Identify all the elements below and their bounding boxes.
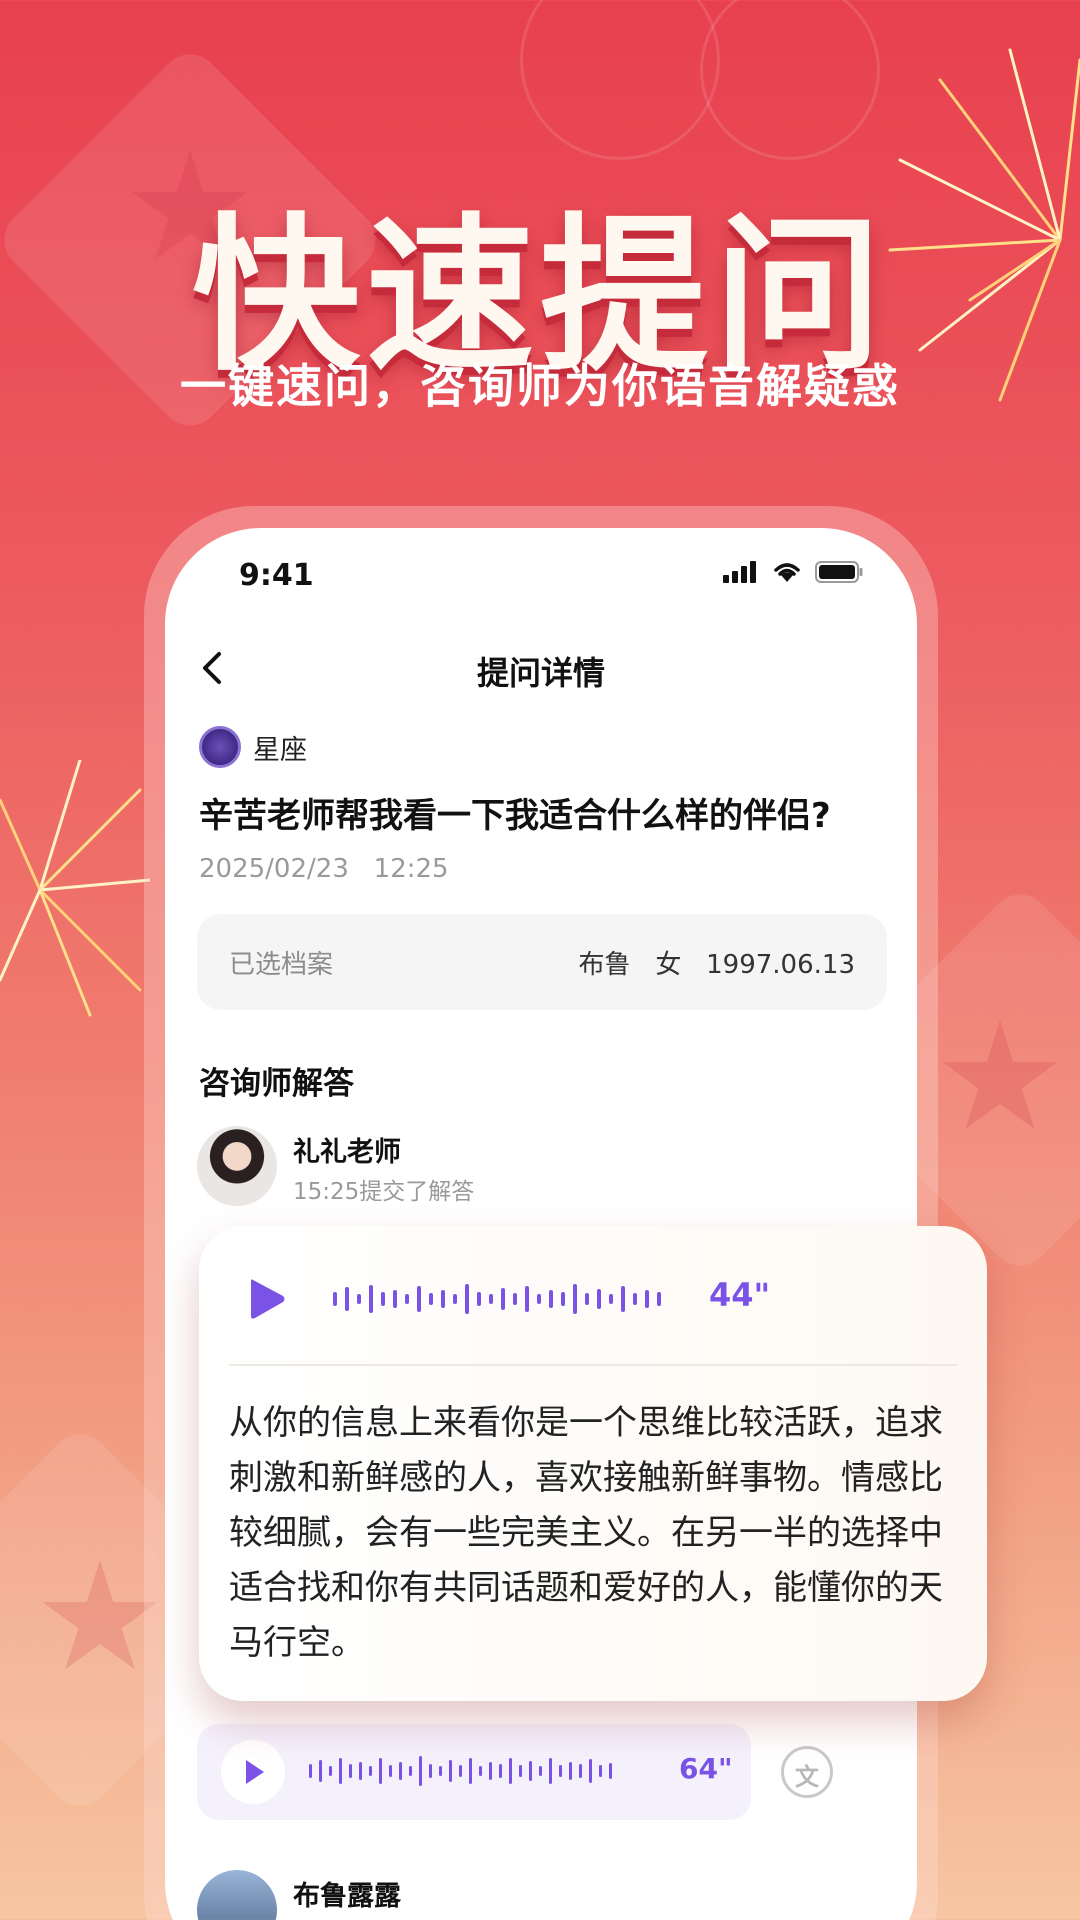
nav-bar: 提问详情	[165, 628, 917, 708]
question-date: 2025/02/23 12:25	[199, 854, 449, 884]
answers-section-title: 咨询师解答	[199, 1066, 354, 1102]
phone-screen: 9:41 提问详情 星座 辛苦老师帮我看一下我适合什么样的伴侣? 2025/02…	[165, 528, 917, 1920]
battery-icon	[815, 561, 863, 583]
user-avatar[interactable]	[197, 1870, 277, 1920]
teacher-submit-time: 15:25提交了解答	[293, 1179, 475, 1205]
translate-icon[interactable]: 文	[781, 1746, 833, 1798]
teacher-avatar[interactable]	[197, 1126, 277, 1206]
play-icon	[246, 1760, 264, 1784]
selected-profile-box[interactable]: 已选档案 布鲁 女 1997.06.13	[197, 914, 887, 1010]
question-text: 辛苦老师帮我看一下我适合什么样的伴侣?	[199, 796, 831, 836]
voice1-duration: 44"	[709, 1276, 771, 1314]
divider	[229, 1364, 957, 1366]
play-button[interactable]	[221, 1740, 285, 1804]
firework-decoration	[0, 760, 150, 1017]
voice-message-2[interactable]: 64"	[197, 1724, 751, 1820]
teacher-info: 礼礼老师 15:25提交了解答	[197, 1126, 797, 1210]
hero-subtitle: 一键速问，咨询师为你语音解疑惑	[180, 359, 900, 413]
nav-title: 提问详情	[476, 654, 605, 692]
bg-circle-decoration	[520, 0, 720, 160]
play-icon[interactable]	[247, 1276, 287, 1322]
status-icons	[723, 560, 863, 584]
status-bar: 9:41	[165, 528, 917, 618]
signal-icon	[723, 561, 756, 583]
waveform	[309, 1756, 612, 1786]
answer-text: 从你的信息上来看你是一个思维比较活跃，追求刺激和新鲜感的人，喜欢接触新鲜事物。情…	[229, 1403, 943, 1663]
zodiac-icon	[199, 726, 241, 768]
answer-card: 44" 从你的信息上来看你是一个思维比较活跃，追求刺激和新鲜感的人，喜欢接触新鲜…	[199, 1226, 987, 1701]
voice2-duration: 64"	[679, 1752, 733, 1785]
status-time: 9:41	[239, 558, 314, 593]
waveform	[333, 1284, 661, 1314]
wifi-icon	[774, 563, 800, 582]
profile-value: 布鲁 女 1997.06.13	[578, 950, 855, 980]
teacher-name: 礼礼老师	[293, 1137, 401, 1168]
user-name: 布鲁露露	[293, 1881, 401, 1912]
bg-circle-decoration	[700, 0, 880, 160]
category-label: 星座	[253, 734, 307, 766]
profile-label: 已选档案	[229, 950, 334, 980]
category-row: 星座	[199, 726, 307, 768]
